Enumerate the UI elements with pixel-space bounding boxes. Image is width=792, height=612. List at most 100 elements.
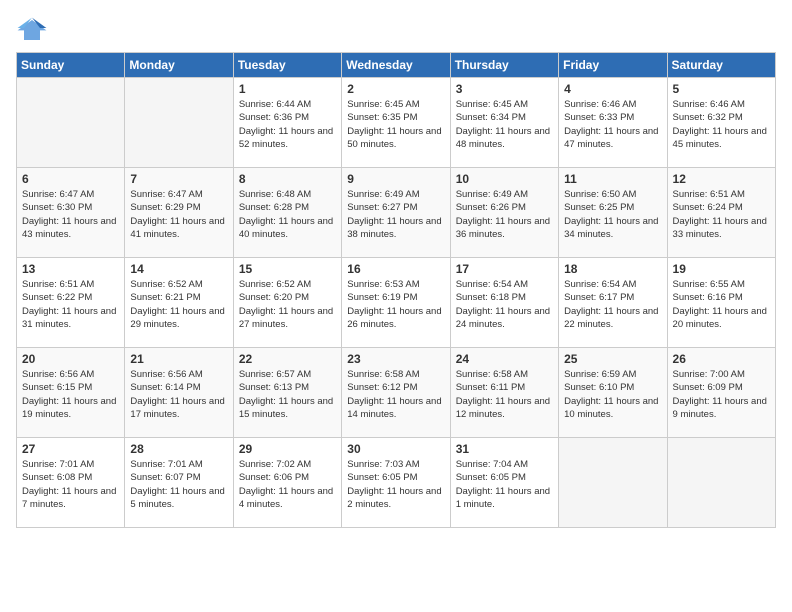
logo-icon	[16, 16, 48, 44]
calendar-cell: 1Sunrise: 6:44 AM Sunset: 6:36 PM Daylig…	[233, 78, 341, 168]
day-number: 3	[456, 82, 553, 96]
calendar-cell: 14Sunrise: 6:52 AM Sunset: 6:21 PM Dayli…	[125, 258, 233, 348]
calendar-cell: 18 Sunrise: 6:54 AM Sunset: 6:17 PM Dayli…	[559, 258, 667, 348]
day-info: Sunrise: 6:48 AM Sunset: 6:28 PM Dayligh…	[239, 188, 336, 241]
calendar-week-5: 27Sunrise: 7:01 AM Sunset: 6:08 PM Dayli…	[17, 438, 776, 528]
day-info: Sunrise: 7:04 AM Sunset: 6:05 PM Dayligh…	[456, 458, 553, 511]
day-number: 26	[673, 352, 770, 366]
calendar-cell: 11 Sunrise: 6:50 AM Sunset: 6:25 PM Dayli…	[559, 168, 667, 258]
day-info: Sunrise: 6:55 AM Sunset: 6:16 PM Dayligh…	[673, 278, 770, 331]
calendar-cell: 3 Sunrise: 6:45 AM Sunset: 6:34 PM Daylig…	[450, 78, 558, 168]
calendar-cell: 17 Sunrise: 6:54 AM Sunset: 6:18 PM Dayli…	[450, 258, 558, 348]
day-info: Sunrise: 6:46 AM Sunset: 6:33 PM Dayligh…	[564, 98, 661, 151]
day-info: Sunrise: 6:58 AM Sunset: 6:12 PM Dayligh…	[347, 368, 444, 421]
weekday-header-tuesday: Tuesday	[233, 53, 341, 78]
calendar-cell: 13 Sunrise: 6:51 AM Sunset: 6:22 PM Dayli…	[17, 258, 125, 348]
calendar-cell: 29 Sunrise: 7:02 AM Sunset: 6:06 PM Dayli…	[233, 438, 341, 528]
weekday-header-monday: Monday	[125, 53, 233, 78]
calendar-cell: 24 Sunrise: 6:58 AM Sunset: 6:11 PM Dayli…	[450, 348, 558, 438]
calendar-cell: 2 Sunrise: 6:45 AM Sunset: 6:35 PM Daylig…	[342, 78, 450, 168]
day-info: Sunrise: 6:47 AM Sunset: 6:29 PM Dayligh…	[130, 188, 227, 241]
calendar-cell	[17, 78, 125, 168]
day-number: 25	[564, 352, 661, 366]
calendar-cell	[559, 438, 667, 528]
day-number: 24	[456, 352, 553, 366]
day-info: Sunrise: 6:46 AM Sunset: 6:32 PM Dayligh…	[673, 98, 770, 151]
calendar-cell: 22Sunrise: 6:57 AM Sunset: 6:13 PM Dayli…	[233, 348, 341, 438]
calendar-cell: 20 Sunrise: 6:56 AM Sunset: 6:15 PM Dayli…	[17, 348, 125, 438]
day-number: 12	[673, 172, 770, 186]
calendar-cell: 15 Sunrise: 6:52 AM Sunset: 6:20 PM Dayli…	[233, 258, 341, 348]
weekday-header-sunday: Sunday	[17, 53, 125, 78]
day-info: Sunrise: 7:03 AM Sunset: 6:05 PM Dayligh…	[347, 458, 444, 511]
day-number: 28	[130, 442, 227, 456]
calendar-cell: 31Sunrise: 7:04 AM Sunset: 6:05 PM Dayli…	[450, 438, 558, 528]
day-info: Sunrise: 6:51 AM Sunset: 6:24 PM Dayligh…	[673, 188, 770, 241]
day-number: 5	[673, 82, 770, 96]
day-info: Sunrise: 6:53 AM Sunset: 6:19 PM Dayligh…	[347, 278, 444, 331]
day-info: Sunrise: 6:54 AM Sunset: 6:18 PM Dayligh…	[456, 278, 553, 331]
day-info: Sunrise: 7:00 AM Sunset: 6:09 PM Dayligh…	[673, 368, 770, 421]
calendar-cell: 25 Sunrise: 6:59 AM Sunset: 6:10 PM Dayli…	[559, 348, 667, 438]
calendar-table: SundayMondayTuesdayWednesdayThursdayFrid…	[16, 52, 776, 528]
calendar-cell: 12 Sunrise: 6:51 AM Sunset: 6:24 PM Dayli…	[667, 168, 775, 258]
day-info: Sunrise: 6:49 AM Sunset: 6:27 PM Dayligh…	[347, 188, 444, 241]
day-info: Sunrise: 6:52 AM Sunset: 6:21 PM Dayligh…	[130, 278, 227, 331]
calendar-cell: 19 Sunrise: 6:55 AM Sunset: 6:16 PM Dayli…	[667, 258, 775, 348]
weekday-header-saturday: Saturday	[667, 53, 775, 78]
day-number: 27	[22, 442, 119, 456]
weekday-header-wednesday: Wednesday	[342, 53, 450, 78]
day-number: 17	[456, 262, 553, 276]
calendar-cell: 23 Sunrise: 6:58 AM Sunset: 6:12 PM Dayli…	[342, 348, 450, 438]
day-number: 15	[239, 262, 336, 276]
day-info: Sunrise: 6:45 AM Sunset: 6:34 PM Dayligh…	[456, 98, 553, 151]
day-number: 30	[347, 442, 444, 456]
calendar-week-3: 13 Sunrise: 6:51 AM Sunset: 6:22 PM Dayli…	[17, 258, 776, 348]
weekday-header-friday: Friday	[559, 53, 667, 78]
calendar-cell: 26 Sunrise: 7:00 AM Sunset: 6:09 PM Dayli…	[667, 348, 775, 438]
calendar-cell: 9 Sunrise: 6:49 AM Sunset: 6:27 PM Daylig…	[342, 168, 450, 258]
day-number: 29	[239, 442, 336, 456]
day-number: 9	[347, 172, 444, 186]
day-number: 23	[347, 352, 444, 366]
page-header	[16, 16, 776, 44]
calendar-cell: 6 Sunrise: 6:47 AM Sunset: 6:30 PM Daylig…	[17, 168, 125, 258]
calendar-cell: 8 Sunrise: 6:48 AM Sunset: 6:28 PM Daylig…	[233, 168, 341, 258]
day-number: 11	[564, 172, 661, 186]
calendar-cell: 28 Sunrise: 7:01 AM Sunset: 6:07 PM Dayli…	[125, 438, 233, 528]
calendar-week-4: 20 Sunrise: 6:56 AM Sunset: 6:15 PM Dayli…	[17, 348, 776, 438]
calendar-week-1: 1Sunrise: 6:44 AM Sunset: 6:36 PM Daylig…	[17, 78, 776, 168]
day-number: 20	[22, 352, 119, 366]
calendar-week-2: 6 Sunrise: 6:47 AM Sunset: 6:30 PM Daylig…	[17, 168, 776, 258]
calendar-cell: 7Sunrise: 6:47 AM Sunset: 6:29 PM Daylig…	[125, 168, 233, 258]
day-info: Sunrise: 6:50 AM Sunset: 6:25 PM Dayligh…	[564, 188, 661, 241]
weekday-header-thursday: Thursday	[450, 53, 558, 78]
day-info: Sunrise: 6:54 AM Sunset: 6:17 PM Dayligh…	[564, 278, 661, 331]
day-info: Sunrise: 7:02 AM Sunset: 6:06 PM Dayligh…	[239, 458, 336, 511]
day-number: 22	[239, 352, 336, 366]
day-number: 2	[347, 82, 444, 96]
day-number: 16	[347, 262, 444, 276]
day-number: 19	[673, 262, 770, 276]
day-info: Sunrise: 6:56 AM Sunset: 6:15 PM Dayligh…	[22, 368, 119, 421]
day-number: 13	[22, 262, 119, 276]
calendar-cell: 21Sunrise: 6:56 AM Sunset: 6:14 PM Dayli…	[125, 348, 233, 438]
calendar-cell: 10Sunrise: 6:49 AM Sunset: 6:26 PM Dayli…	[450, 168, 558, 258]
calendar-cell: 5 Sunrise: 6:46 AM Sunset: 6:32 PM Daylig…	[667, 78, 775, 168]
day-info: Sunrise: 6:49 AM Sunset: 6:26 PM Dayligh…	[456, 188, 553, 241]
calendar-cell: 27Sunrise: 7:01 AM Sunset: 6:08 PM Dayli…	[17, 438, 125, 528]
day-info: Sunrise: 6:51 AM Sunset: 6:22 PM Dayligh…	[22, 278, 119, 331]
day-number: 21	[130, 352, 227, 366]
logo	[16, 16, 52, 44]
day-number: 8	[239, 172, 336, 186]
day-number: 18	[564, 262, 661, 276]
day-info: Sunrise: 6:52 AM Sunset: 6:20 PM Dayligh…	[239, 278, 336, 331]
day-info: Sunrise: 7:01 AM Sunset: 6:07 PM Dayligh…	[130, 458, 227, 511]
day-info: Sunrise: 6:47 AM Sunset: 6:30 PM Dayligh…	[22, 188, 119, 241]
day-info: Sunrise: 6:58 AM Sunset: 6:11 PM Dayligh…	[456, 368, 553, 421]
day-info: Sunrise: 6:59 AM Sunset: 6:10 PM Dayligh…	[564, 368, 661, 421]
day-number: 6	[22, 172, 119, 186]
day-info: Sunrise: 6:45 AM Sunset: 6:35 PM Dayligh…	[347, 98, 444, 151]
weekday-header-row: SundayMondayTuesdayWednesdayThursdayFrid…	[17, 53, 776, 78]
day-info: Sunrise: 6:44 AM Sunset: 6:36 PM Dayligh…	[239, 98, 336, 151]
